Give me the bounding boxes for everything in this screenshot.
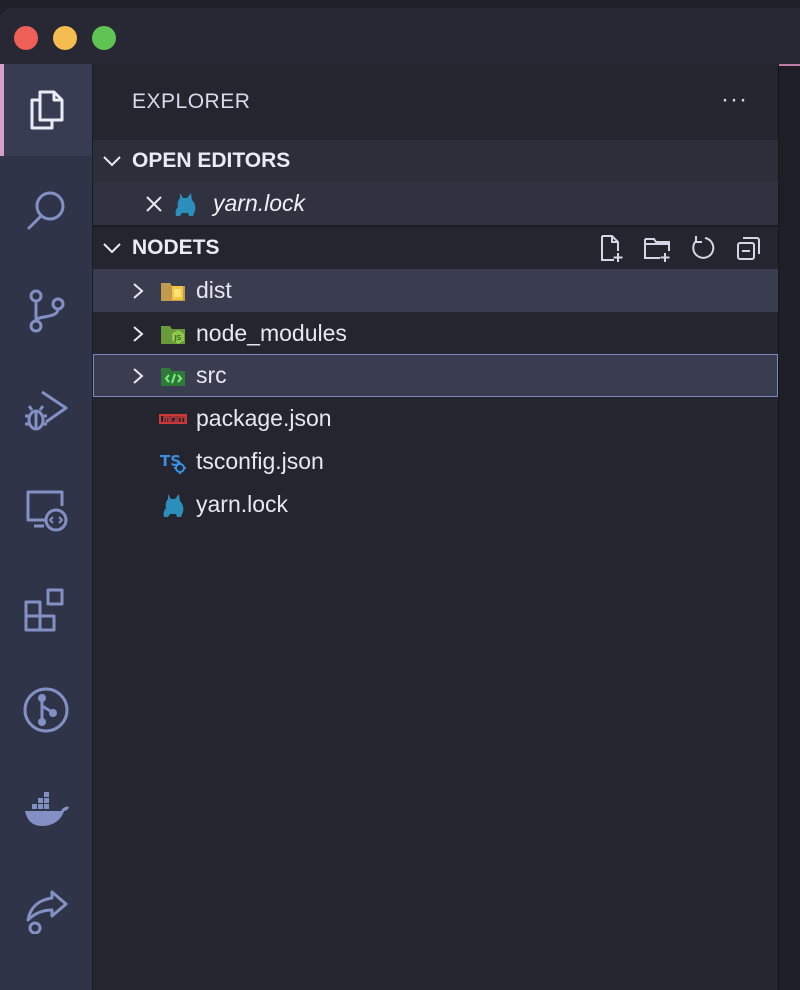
tree-item-yarn-lock[interactable]: yarn.lock [93, 483, 778, 526]
tsconfig-icon: TS [160, 452, 186, 474]
tree-item-label: src [196, 362, 227, 388]
chevron-down-icon [103, 243, 121, 254]
docker-icon[interactable] [0, 764, 92, 856]
new-folder-icon[interactable] [642, 233, 672, 263]
run-debug-icon[interactable] [0, 364, 92, 456]
explorer-icon[interactable] [0, 64, 92, 156]
npm-icon [159, 413, 187, 424]
collapse-all-icon[interactable] [734, 233, 764, 263]
tree-item-label: tsconfig.json [196, 448, 324, 474]
tree-item-label: yarn.lock [196, 491, 289, 517]
more-actions-button[interactable]: ··· [721, 88, 748, 112]
title-bar [0, 8, 800, 64]
node-modules-folder-icon: JS [161, 325, 185, 344]
explorer-header: EXPLORER ··· [93, 64, 778, 140]
svg-text:JS: JS [174, 334, 182, 342]
minimize-window-button[interactable] [53, 26, 77, 50]
tree-item-label: node_modules [196, 320, 347, 346]
open-editor-label: yarn.lock [213, 190, 306, 216]
yarn-icon [163, 493, 184, 517]
close-window-button[interactable] [14, 26, 38, 50]
remote-explorer-icon[interactable] [0, 464, 92, 556]
src-folder-icon [161, 367, 185, 386]
chevron-right-icon [133, 282, 144, 299]
tree-item-label: package.json [196, 405, 332, 431]
open-editors-title: OPEN EDITORS [132, 149, 291, 172]
tree-item-node-modules[interactable]: JS node_modules [93, 312, 778, 355]
dist-folder-icon [161, 282, 185, 301]
svg-text:TS: TS [160, 452, 181, 470]
chevron-right-icon [133, 325, 144, 342]
source-control-icon[interactable] [0, 264, 92, 356]
chevron-down-icon [103, 156, 121, 167]
explorer-sidebar: EXPLORER ··· OPEN EDITORS yarn.lock NODE… [93, 64, 778, 990]
workspace-actions [596, 227, 764, 269]
explorer-title: EXPLORER [132, 90, 251, 113]
workspace-title: NODETS [132, 236, 220, 259]
tree-item-src[interactable]: src [93, 354, 778, 397]
vscode-window: EXPLORER ··· OPEN EDITORS yarn.lock NODE… [0, 8, 800, 990]
tree-item-label: dist [196, 277, 232, 303]
open-editor-item[interactable]: yarn.lock [93, 182, 778, 225]
new-file-icon[interactable] [596, 233, 626, 263]
activity-bar [0, 64, 93, 990]
live-share-icon[interactable] [0, 864, 92, 956]
workspace-header[interactable]: NODETS [93, 227, 778, 269]
search-icon[interactable] [0, 164, 92, 256]
open-editors-header[interactable]: OPEN EDITORS [93, 140, 778, 182]
refresh-icon[interactable] [688, 233, 718, 263]
close-icon[interactable] [143, 193, 165, 215]
git-graph-icon[interactable] [0, 664, 92, 756]
zoom-window-button[interactable] [92, 26, 116, 50]
tree-item-package-json[interactable]: package.json [93, 397, 778, 440]
extensions-icon[interactable] [0, 564, 92, 656]
chevron-right-icon [133, 367, 144, 384]
tree-item-dist[interactable]: dist [93, 269, 778, 312]
editor-area-edge [778, 64, 800, 990]
yarn-icon [175, 192, 196, 216]
tree-item-tsconfig-json[interactable]: TS tsconfig.json [93, 440, 778, 483]
